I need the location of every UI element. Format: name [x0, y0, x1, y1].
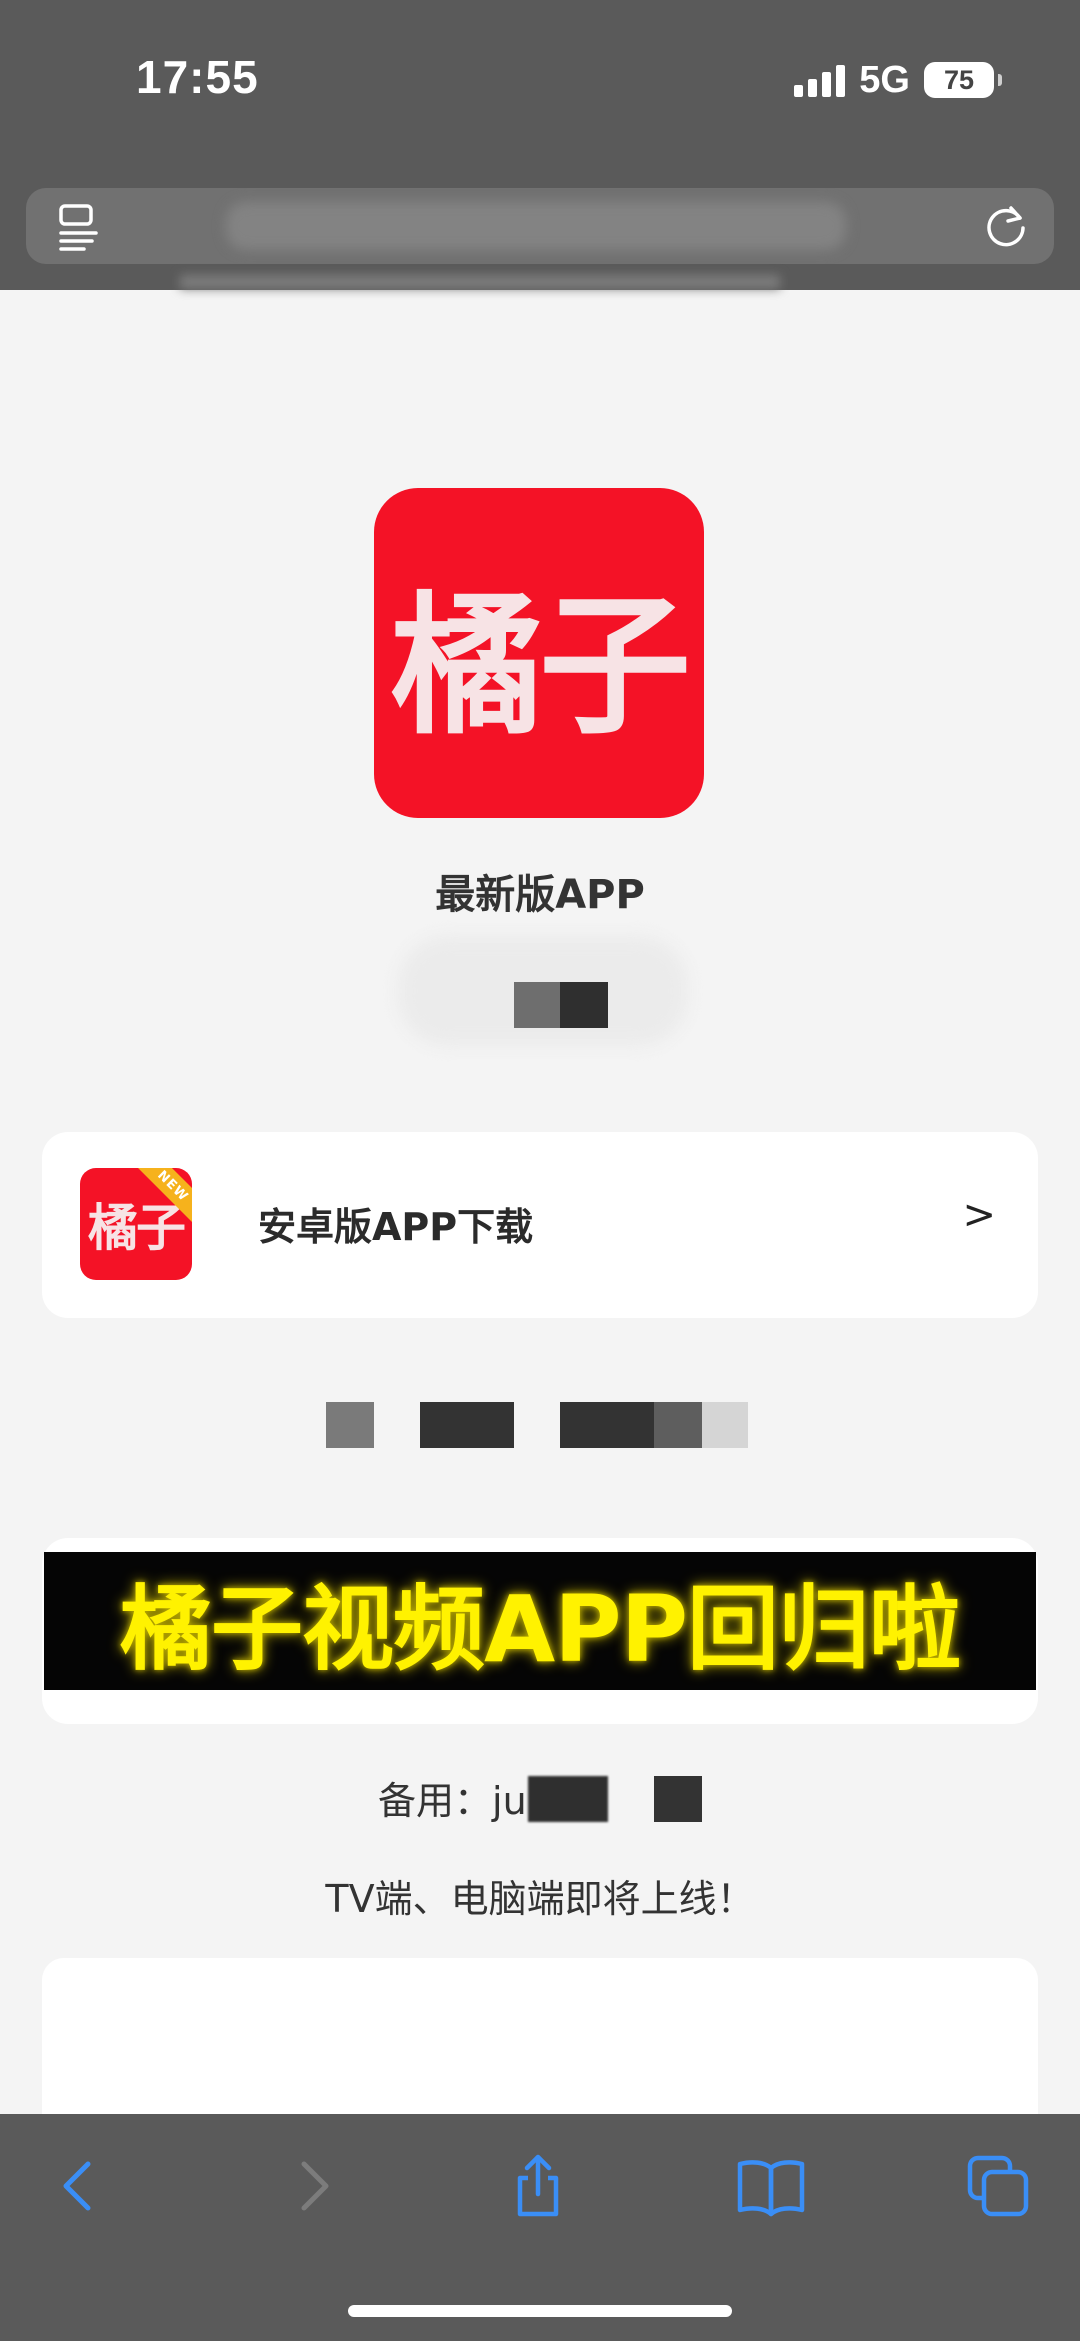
censor-block — [654, 1402, 702, 1448]
status-indicators: 5G 75 — [794, 58, 1002, 102]
censor-block — [528, 1776, 608, 1822]
tabs-icon[interactable] — [56, 202, 102, 252]
chevron-left-icon[interactable] — [48, 2154, 112, 2218]
promo-banner: 橘子视频APP回归啦 — [44, 1552, 1036, 1690]
share-icon[interactable] — [506, 2154, 570, 2218]
censor-block — [560, 982, 608, 1028]
battery-level: 75 — [943, 64, 975, 95]
backup-label: 备用： — [378, 1779, 493, 1823]
app-logo-text: 橘子 — [391, 578, 691, 755]
censor-block — [654, 1776, 702, 1822]
reload-icon[interactable] — [980, 200, 1032, 252]
censor-block — [560, 1402, 654, 1448]
address-text-blurred — [226, 202, 846, 250]
android-download-card[interactable]: 橘子 NEW 安卓版APP下载 > — [42, 1132, 1038, 1318]
network-type: 5G — [859, 58, 910, 101]
censor-block — [420, 1402, 514, 1448]
browser-top-bar: 17:55 5G 75 — [0, 0, 1080, 290]
backup-address: 备用：ju — [378, 1770, 527, 1825]
book-icon[interactable] — [736, 2154, 806, 2218]
chevron-right-icon: > — [962, 1192, 996, 1238]
download-app-logo: 橘子 NEW — [80, 1168, 192, 1280]
censor-block — [702, 1402, 748, 1448]
promo-banner-card[interactable]: 橘子视频APP回归啦 — [42, 1538, 1038, 1724]
app-title: 最新版APP — [435, 872, 645, 918]
censor-block — [326, 1402, 374, 1448]
app-logo: 橘子 — [374, 488, 704, 818]
tabs-overview-icon[interactable] — [966, 2154, 1030, 2218]
status-time: 17:55 — [136, 51, 259, 103]
address-bar-shadow — [180, 275, 780, 289]
address-bar[interactable] — [26, 188, 1054, 264]
home-indicator[interactable] — [348, 2305, 732, 2317]
download-label: 安卓版APP下载 — [258, 1205, 534, 1249]
cellular-signal-icon — [794, 63, 846, 97]
backup-value: ju — [492, 1779, 527, 1823]
notice-text: TV端、电脑端即将上线！ — [325, 1877, 755, 1921]
battery-icon: 75 — [924, 62, 1002, 98]
censor-block — [514, 982, 560, 1028]
promo-banner-text: 橘子视频APP回归啦 — [119, 1575, 961, 1683]
chevron-right-icon[interactable] — [280, 2154, 344, 2218]
